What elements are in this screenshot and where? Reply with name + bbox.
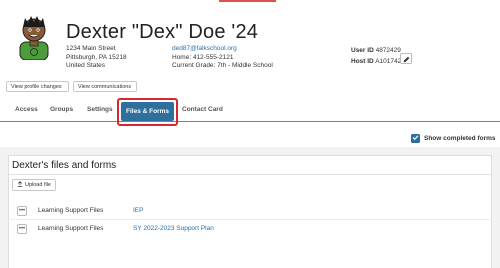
student-address: 1234 Main Street Pittsburgh, PA 15218 Un… bbox=[66, 45, 127, 71]
profile-tabs: Access Groups Settings Contact Card bbox=[0, 100, 500, 122]
tab-settings[interactable]: Settings bbox=[87, 106, 113, 113]
file-link[interactable]: SY 2022-2023 Support Plan bbox=[133, 225, 214, 232]
student-name: Dexter "Dex" Doe '24 bbox=[66, 21, 259, 43]
address-line-3: United States bbox=[66, 62, 106, 69]
student-ids: User ID 4872429 Host ID A101742 bbox=[351, 45, 401, 67]
checkmark-icon bbox=[412, 134, 419, 143]
user-id-value: 4872429 bbox=[375, 47, 401, 54]
file-category: Learning Support Files bbox=[38, 207, 104, 214]
show-completed-toggle[interactable]: Show completed forms bbox=[411, 134, 496, 143]
tab-files-forms[interactable]: Files & Forms bbox=[121, 102, 174, 121]
show-completed-checkbox[interactable] bbox=[411, 134, 420, 143]
file-row: ••• Learning Support Files SY 2022-2023 … bbox=[8, 219, 492, 237]
home-phone: Home: 412-555-2121 bbox=[172, 53, 234, 61]
file-link[interactable]: IEP bbox=[133, 207, 143, 214]
host-id-row: Host ID A101742 bbox=[351, 56, 401, 67]
panel-divider bbox=[8, 174, 492, 175]
student-contact: ded87@falkschool.org Home: 412-555-2121 … bbox=[172, 45, 273, 71]
user-id-label: User ID bbox=[351, 47, 374, 54]
row-menu-button[interactable]: ••• bbox=[17, 224, 27, 234]
view-profile-changes-button[interactable]: View profile changes bbox=[6, 81, 69, 92]
tab-access[interactable]: Access bbox=[15, 106, 38, 113]
upload-icon bbox=[17, 181, 23, 189]
top-accent-bar bbox=[219, 0, 276, 2]
ellipsis-icon: ••• bbox=[18, 208, 26, 214]
tab-contact-card[interactable]: Contact Card bbox=[182, 106, 223, 113]
tab-groups[interactable]: Groups bbox=[50, 106, 73, 113]
current-grade: Current Grade: 7th - Middle School bbox=[172, 62, 273, 69]
host-id-label: Host ID bbox=[351, 58, 374, 65]
upload-file-button[interactable]: Upload file bbox=[12, 179, 56, 191]
student-email-link[interactable]: ded87@falkschool.org bbox=[172, 45, 273, 54]
student-avatar-icon bbox=[14, 14, 54, 61]
file-category: Learning Support Files bbox=[38, 225, 104, 232]
show-completed-label: Show completed forms bbox=[424, 135, 496, 142]
host-id-value: A101742 bbox=[375, 58, 402, 65]
ellipsis-icon: ••• bbox=[18, 226, 26, 232]
edit-host-id-button[interactable] bbox=[400, 53, 412, 64]
user-id-row: User ID 4872429 bbox=[351, 45, 401, 56]
row-menu-button[interactable]: ••• bbox=[17, 206, 27, 216]
address-line-1: 1234 Main Street bbox=[66, 45, 116, 52]
address-line-2: Pittsburgh, PA 15218 bbox=[66, 53, 127, 61]
upload-file-label: Upload file bbox=[25, 182, 51, 188]
file-row: ••• Learning Support Files IEP bbox=[8, 202, 492, 220]
view-communications-button[interactable]: View communications bbox=[73, 81, 137, 92]
panel-title: Dexter's files and forms bbox=[12, 160, 117, 171]
pencil-icon bbox=[403, 50, 410, 68]
